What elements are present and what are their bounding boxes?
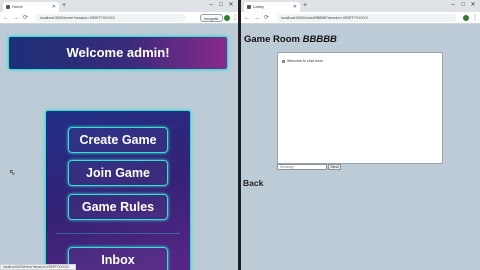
favicon-icon <box>247 5 251 9</box>
minimize-icon[interactable]: – <box>448 0 458 11</box>
right-browser-window: Lobby ✕ + – □ ✕ ← → ⟳ localhost:5000/roo… <box>241 0 480 270</box>
minimize-icon[interactable]: – <box>206 0 216 11</box>
welcome-banner: Welcome admin! <box>8 36 228 70</box>
tab-lobby[interactable]: Lobby ✕ <box>244 2 300 12</box>
forward-arrow-icon[interactable]: → <box>13 12 19 24</box>
address-bar-row: ← → ⟳ localhost:5000/room/BBBBB?session=… <box>241 12 480 24</box>
profile-avatar-icon[interactable] <box>224 15 230 21</box>
forward-arrow-icon[interactable]: → <box>254 12 260 24</box>
game-room-title: Game Room BBBBB <box>244 34 337 45</box>
left-browser-window: Home ✕ + – □ ✕ ← → ⟳ localhost:5000/home… <box>0 0 238 270</box>
chat-message-input[interactable]: Message <box>277 164 327 170</box>
create-game-button[interactable]: Create Game <box>68 127 168 153</box>
window-controls: – □ ✕ <box>206 0 236 11</box>
maximize-icon[interactable]: □ <box>458 0 468 11</box>
main-menu-panel: Create Game Join Game Game Rules Inbox <box>45 110 191 270</box>
back-arrow-icon[interactable]: ← <box>3 12 9 24</box>
window-controls: – □ ✕ <box>448 0 478 11</box>
chat-box: Welcome to chat room <box>277 52 443 164</box>
close-window-icon[interactable]: ✕ <box>226 0 236 11</box>
room-code: BBBBB <box>302 34 337 45</box>
profile-avatar-icon[interactable] <box>463 15 469 21</box>
close-tab-icon[interactable]: ✕ <box>293 2 297 12</box>
url-field[interactable]: localhost:5000/home?session=XR5FF7XXXXX <box>36 14 186 22</box>
room-label: Game Room <box>244 34 300 45</box>
favicon-icon <box>6 5 10 9</box>
mouse-pointer-icon: ⇖ <box>9 168 16 177</box>
address-bar-row: ← → ⟳ localhost:5000/home?session=XR5FF7… <box>0 12 238 24</box>
chat-message: Welcome to chat room <box>282 59 323 63</box>
tab-strip: Lobby ✕ + – □ ✕ <box>241 0 480 12</box>
reload-icon[interactable]: ⟳ <box>264 12 269 24</box>
new-tab-icon[interactable]: + <box>62 1 66 11</box>
tab-title: Home <box>12 4 23 9</box>
back-link[interactable]: Back <box>243 178 263 188</box>
join-game-button[interactable]: Join Game <box>68 160 168 186</box>
more-menu-icon[interactable]: ⋮ <box>472 12 478 24</box>
status-bar: localhost:5000/inbox?session=XR5FF7XXXXX <box>0 264 76 270</box>
chat-user-icon <box>282 59 285 63</box>
incognito-badge[interactable]: Incognito <box>200 14 223 22</box>
back-arrow-icon[interactable]: ← <box>244 12 250 24</box>
close-tab-icon[interactable]: ✕ <box>52 2 56 12</box>
close-window-icon[interactable]: ✕ <box>468 0 478 11</box>
game-rules-button[interactable]: Game Rules <box>68 194 168 220</box>
reload-icon[interactable]: ⟳ <box>23 12 28 24</box>
send-button[interactable]: Send <box>328 164 341 170</box>
tab-home[interactable]: Home ✕ <box>3 2 59 12</box>
maximize-icon[interactable]: □ <box>216 0 226 11</box>
url-field[interactable]: localhost:5000/room/BBBBB?session=XR5FF7… <box>277 14 457 22</box>
new-tab-icon[interactable]: + <box>303 1 307 11</box>
tab-strip: Home ✕ + – □ ✕ <box>0 0 238 12</box>
inbox-button[interactable]: Inbox <box>68 247 168 270</box>
tab-title: Lobby <box>253 4 264 9</box>
menu-divider <box>56 233 180 234</box>
